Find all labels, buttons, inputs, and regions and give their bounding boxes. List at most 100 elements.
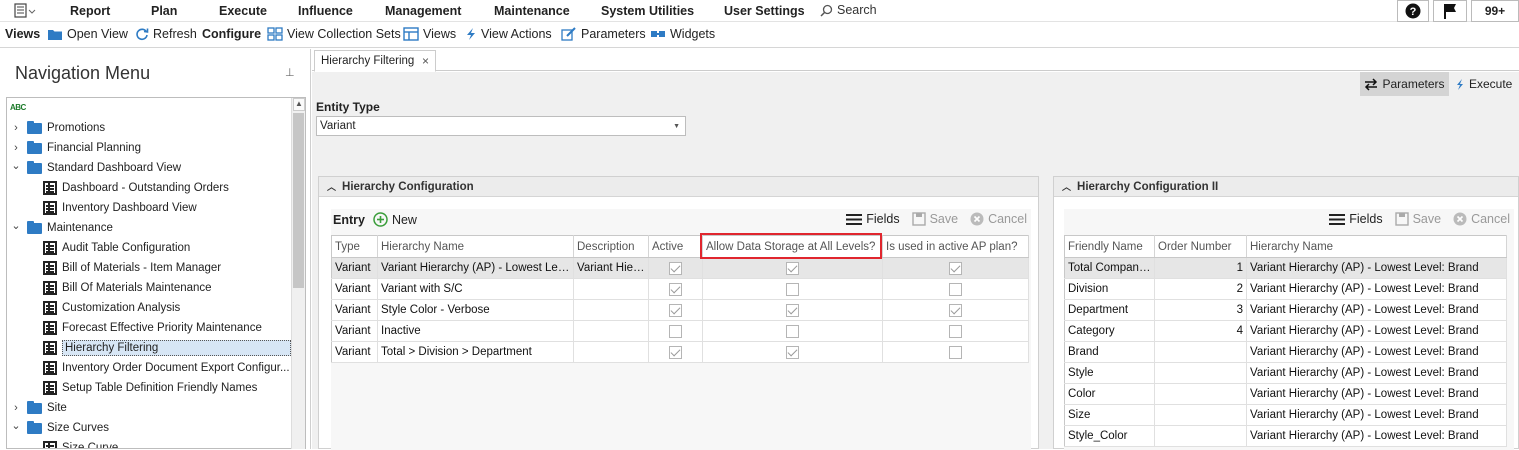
- allow-data-storage-checkbox[interactable]: [786, 303, 799, 317]
- cell-active[interactable]: [648, 299, 703, 321]
- cancel-button[interactable]: Cancel: [1453, 212, 1510, 226]
- pin-icon[interactable]: ⊥: [285, 66, 295, 79]
- nav-item[interactable]: › Site: [11, 398, 67, 418]
- cell-hierarchy-name[interactable]: Total > Division > Department: [377, 341, 574, 363]
- column-header-friendly-name[interactable]: Friendly Name: [1064, 235, 1155, 258]
- table-row[interactable]: Category 4 Variant Hierarchy (AP) - Lowest…: [1064, 320, 1507, 342]
- view-actions-button[interactable]: View Actions: [465, 27, 552, 41]
- flag-button[interactable]: [1433, 0, 1467, 22]
- cell-friendly-name[interactable]: Brand: [1064, 341, 1155, 363]
- cell-allow-data-storage[interactable]: [702, 299, 883, 321]
- cell-hierarchy-name[interactable]: Variant with S/C: [377, 278, 574, 300]
- table-row[interactable]: Variant Variant with S/C: [331, 278, 1029, 300]
- cell-type[interactable]: Variant: [331, 257, 378, 279]
- column-header-hierarchy-name[interactable]: Hierarchy Name: [1246, 235, 1507, 258]
- collapse-chevron-icon[interactable]: ︿: [1062, 180, 1071, 193]
- nav-item[interactable]: ⌄ Standard Dashboard View: [11, 158, 181, 178]
- cell-hierarchy-name[interactable]: Variant Hierarchy (AP) - Lowest Level: B…: [1246, 257, 1507, 279]
- cell-hierarchy-name[interactable]: Variant Hierarchy (AP) - Lowest Level: B…: [1246, 320, 1507, 342]
- cell-hierarchy-name[interactable]: Variant Hierarchy (AP) - Lowest Level: B…: [1246, 362, 1507, 384]
- cell-allow-data-storage[interactable]: [702, 257, 883, 279]
- nav-item[interactable]: Forecast Effective Priority Maintenance: [43, 318, 262, 338]
- widgets-button[interactable]: Widgets: [650, 27, 715, 41]
- scroll-thumb[interactable]: [293, 113, 304, 288]
- nav-item[interactable]: Audit Table Configuration: [43, 238, 190, 258]
- menu-system-utilities[interactable]: System Utilities: [601, 4, 694, 18]
- column-header-type[interactable]: Type: [331, 235, 378, 258]
- cell-hierarchy-name[interactable]: Variant Hierarchy (AP) - Lowest Level: B…: [1246, 425, 1507, 447]
- used-in-ap-plan-checkbox[interactable]: [949, 282, 962, 296]
- menu-report[interactable]: Report: [70, 4, 110, 18]
- nav-item[interactable]: Dashboard - Outstanding Orders: [43, 178, 229, 198]
- cell-used-in-ap-plan[interactable]: [882, 299, 1029, 321]
- cell-used-in-ap-plan[interactable]: [882, 257, 1029, 279]
- nav-item[interactable]: Hierarchy Filtering: [43, 338, 291, 358]
- tab-hierarchy-filtering[interactable]: Hierarchy Filtering ×: [314, 50, 436, 72]
- nav-scrollbar[interactable]: ▲: [291, 98, 305, 449]
- column-header-used-in-ap-plan[interactable]: Is used in active AP plan?: [882, 235, 1029, 258]
- cell-description[interactable]: [573, 299, 649, 321]
- table-row[interactable]: Total Company... 1 Variant Hierarchy (AP) …: [1064, 257, 1507, 279]
- cell-hierarchy-name[interactable]: Style Color - Verbose: [377, 299, 574, 321]
- scroll-up-arrow[interactable]: ▲: [293, 98, 305, 111]
- active-checkbox[interactable]: [669, 261, 682, 275]
- cell-description[interactable]: [573, 320, 649, 342]
- allow-data-storage-checkbox[interactable]: [786, 282, 799, 296]
- column-header-order-number[interactable]: Order Number: [1154, 235, 1247, 258]
- nav-item[interactable]: Setup Table Definition Friendly Names: [43, 378, 257, 398]
- cell-allow-data-storage[interactable]: [702, 278, 883, 300]
- cell-type[interactable]: Variant: [331, 320, 378, 342]
- nav-item[interactable]: Bill Of Materials Maintenance: [43, 278, 212, 298]
- execute-button[interactable]: Execute: [1455, 72, 1512, 96]
- chevron-right-icon[interactable]: ›: [11, 402, 21, 414]
- chevron-right-icon[interactable]: ›: [11, 122, 21, 134]
- cell-order-number[interactable]: [1154, 425, 1247, 447]
- menu-plan[interactable]: Plan: [151, 4, 177, 18]
- chevron-down-icon[interactable]: ⌄: [11, 219, 21, 232]
- cell-active[interactable]: [648, 341, 703, 363]
- parameters-tab-button[interactable]: Parameters: [1360, 72, 1449, 96]
- active-checkbox[interactable]: [669, 324, 682, 338]
- refresh-button[interactable]: Refresh: [135, 27, 197, 41]
- menu-execute[interactable]: Execute: [219, 4, 267, 18]
- cell-description[interactable]: [573, 341, 649, 363]
- cell-order-number[interactable]: 1: [1154, 257, 1247, 279]
- table-row[interactable]: Color Variant Hierarchy (AP) - Lowest Lev…: [1064, 383, 1507, 405]
- cancel-button[interactable]: Cancel: [970, 212, 1027, 226]
- cell-order-number[interactable]: 4: [1154, 320, 1247, 342]
- cell-description[interactable]: [573, 278, 649, 300]
- app-menu-icon[interactable]: [14, 3, 36, 19]
- cell-allow-data-storage[interactable]: [702, 320, 883, 342]
- cell-hierarchy-name[interactable]: Variant Hierarchy (AP) - Lowest Level: B…: [1246, 278, 1507, 300]
- cell-friendly-name[interactable]: Total Company...: [1064, 257, 1155, 279]
- notifications-button[interactable]: 99+: [1471, 0, 1519, 22]
- fields-button[interactable]: Fields: [1329, 212, 1383, 226]
- nav-item[interactable]: Size Curve: [43, 438, 118, 448]
- table-row[interactable]: Division 2 Variant Hierarchy (AP) - Lowest…: [1064, 278, 1507, 300]
- cell-order-number[interactable]: [1154, 341, 1247, 363]
- cell-order-number[interactable]: 2: [1154, 278, 1247, 300]
- used-in-ap-plan-checkbox[interactable]: [949, 261, 962, 275]
- entity-type-select[interactable]: Variant ▼: [316, 116, 686, 136]
- cell-hierarchy-name[interactable]: Variant Hierarchy (AP) - Lowest Level: B…: [1246, 404, 1507, 426]
- used-in-ap-plan-checkbox[interactable]: [949, 345, 962, 359]
- table-row[interactable]: Style_Color Variant Hierarchy (AP) - Lowe…: [1064, 425, 1507, 447]
- cell-used-in-ap-plan[interactable]: [882, 278, 1029, 300]
- used-in-ap-plan-checkbox[interactable]: [949, 324, 962, 338]
- column-header-active[interactable]: Active: [648, 235, 703, 258]
- new-button[interactable]: New: [373, 212, 417, 227]
- abc-filter-icon[interactable]: ABC: [10, 103, 26, 112]
- cell-order-number[interactable]: [1154, 404, 1247, 426]
- cell-order-number[interactable]: [1154, 362, 1247, 384]
- nav-item[interactable]: › Promotions: [11, 118, 105, 138]
- cell-friendly-name[interactable]: Category: [1064, 320, 1155, 342]
- nav-item[interactable]: Inventory Order Document Export Configur…: [43, 358, 290, 378]
- cell-allow-data-storage[interactable]: [702, 341, 883, 363]
- active-checkbox[interactable]: [669, 345, 682, 359]
- view-collection-sets-button[interactable]: View Collection Sets: [267, 27, 401, 41]
- cell-friendly-name[interactable]: Style_Color: [1064, 425, 1155, 447]
- menu-user-settings[interactable]: User Settings: [724, 4, 805, 18]
- cell-friendly-name[interactable]: Size: [1064, 404, 1155, 426]
- cell-active[interactable]: [648, 257, 703, 279]
- cell-hierarchy-name[interactable]: Variant Hierarchy (AP) - Lowest Level: B…: [1246, 299, 1507, 321]
